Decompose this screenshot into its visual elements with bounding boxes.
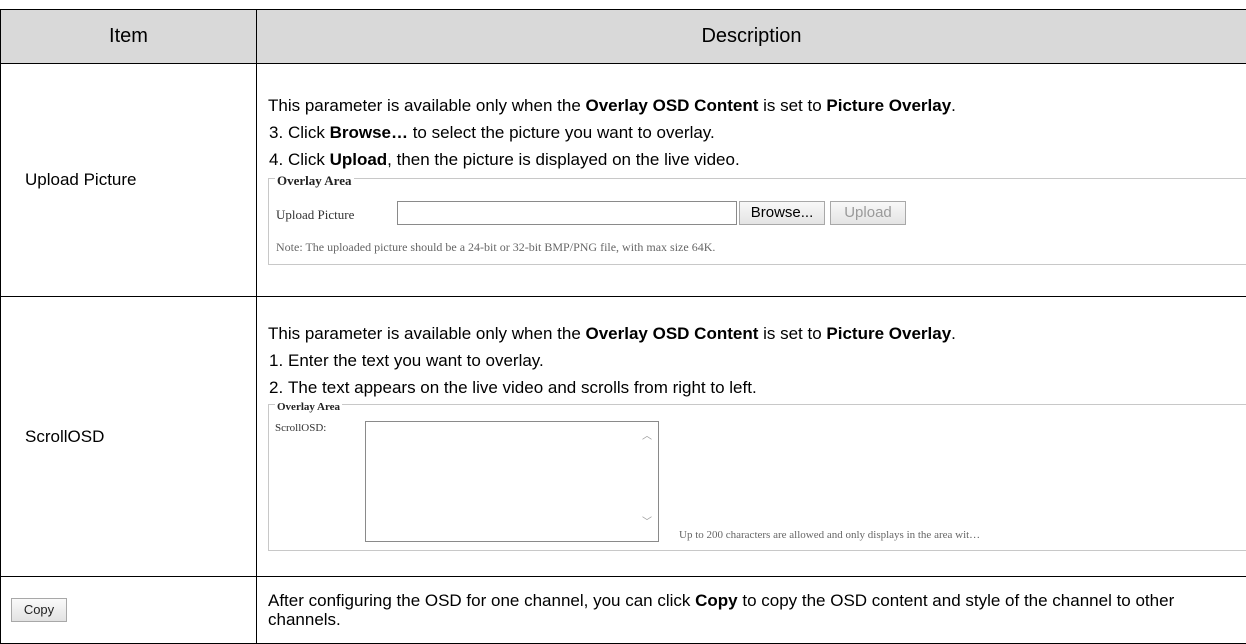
item-copy: Copy bbox=[0, 576, 257, 644]
step-4: 4. Click Upload, then the picture is disp… bbox=[269, 150, 740, 169]
description-scrollosd: This parameter is available only when th… bbox=[256, 296, 1246, 577]
overlay-area-scroll-panel: Overlay Area ScrollOSD: ︿ ﹀ Up to 200 ch… bbox=[268, 396, 1246, 551]
item-scrollosd: ScrollOSD bbox=[0, 296, 257, 577]
item-upload-picture: Upload Picture bbox=[0, 63, 257, 297]
availability-note: This parameter is available only when th… bbox=[268, 323, 956, 343]
table-row: Copy After configuring the OSD for one c… bbox=[0, 576, 1246, 644]
scroll-down-icon[interactable]: ﹀ bbox=[642, 517, 652, 528]
table-header-row: Item Description bbox=[0, 9, 1246, 64]
upload-button[interactable]: Upload bbox=[830, 201, 906, 225]
overlay-area-legend: Overlay Area bbox=[275, 170, 354, 191]
browse-button[interactable]: Browse... bbox=[739, 201, 825, 225]
header-item: Item bbox=[0, 9, 257, 64]
scrollosd-label: ScrollOSD: bbox=[275, 421, 327, 434]
upload-note: Note: The uploaded picture should be a 2… bbox=[276, 240, 716, 254]
overlay-area-upload-panel: Overlay Area Upload Picture Browse... Up… bbox=[268, 170, 1246, 265]
scroll-up-icon[interactable]: ︿ bbox=[642, 431, 652, 442]
upload-picture-label: Upload Picture bbox=[276, 207, 355, 222]
availability-note: This parameter is available only when th… bbox=[268, 96, 956, 115]
description-upload-picture: This parameter is available only when th… bbox=[256, 63, 1246, 297]
scrollosd-note: Up to 200 characters are allowed and onl… bbox=[679, 528, 981, 541]
overlay-area-legend: Overlay Area bbox=[275, 396, 343, 418]
table-row: Upload Picture This parameter is availab… bbox=[0, 63, 1246, 297]
table-row: ScrollOSD This parameter is available on… bbox=[0, 296, 1246, 577]
step-2: 2. The text appears on the live video and… bbox=[269, 377, 757, 397]
description-copy: After configuring the OSD for one channe… bbox=[256, 576, 1246, 644]
step-3: 3. Click Browse… to select the picture yo… bbox=[269, 123, 715, 142]
header-description: Description bbox=[256, 9, 1246, 64]
step-1: 1. Enter the text you want to overlay. bbox=[269, 350, 544, 370]
scrollosd-textarea[interactable]: ︿ ﹀ bbox=[365, 420, 659, 542]
parameter-table: Item Description Upload Picture This par… bbox=[0, 9, 1246, 644]
upload-picture-path-input[interactable] bbox=[397, 201, 737, 225]
copy-button[interactable]: Copy bbox=[11, 598, 67, 622]
